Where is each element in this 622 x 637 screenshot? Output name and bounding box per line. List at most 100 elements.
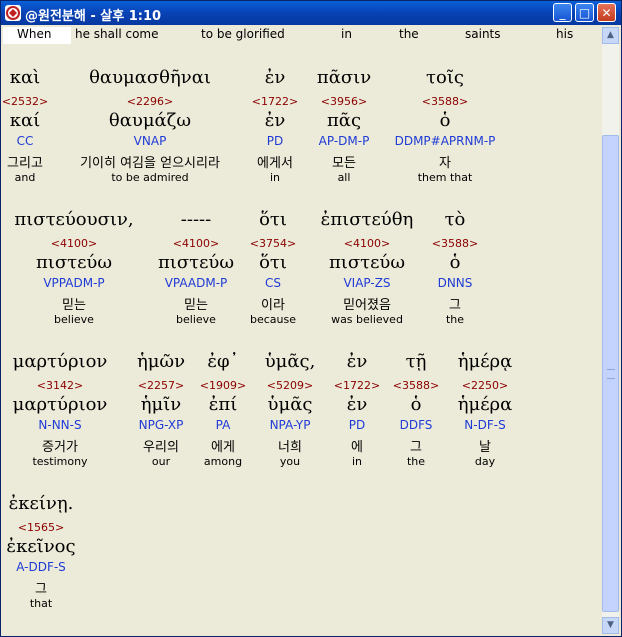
window-title: @원전분해 - 살후 1:10 xyxy=(25,9,162,24)
parse-code: VPAADM-P xyxy=(164,276,228,290)
title-bar[interactable]: @원전분해 - 살후 1:10 _ □ ✕ xyxy=(1,1,621,25)
lemma: ὁ xyxy=(449,252,461,273)
strong-number[interactable]: <1722> xyxy=(334,379,380,392)
english-word[interactable]: saints xyxy=(465,27,501,44)
korean-gloss: 날 xyxy=(479,440,491,455)
strong-number[interactable]: <3754> xyxy=(250,237,296,250)
english-word[interactable]: to be glorified xyxy=(201,27,285,44)
lemma: πιστεύω xyxy=(328,252,406,273)
strong-number[interactable]: <1909> xyxy=(200,379,246,392)
parse-code: PA xyxy=(215,418,231,432)
english-word[interactable]: in xyxy=(341,27,352,44)
greek-word: ὅτι xyxy=(259,209,287,230)
scroll-thumb[interactable] xyxy=(602,135,619,612)
korean-gloss: 기이히 여김을 얻으시리라 xyxy=(80,156,220,171)
lemma: ἐκεῖνος xyxy=(6,536,76,557)
lemma: μαρτύριον xyxy=(12,394,108,415)
english-gloss: to be admired xyxy=(111,171,189,184)
app-icon[interactable] xyxy=(5,5,21,21)
greek-word: ὑμᾶς, xyxy=(264,351,316,372)
greek-word: ἡμῶν xyxy=(136,351,186,372)
strong-number[interactable]: <4100> xyxy=(173,237,219,250)
strong-number[interactable]: <4100> xyxy=(51,237,97,250)
parse-code: NPA-YP xyxy=(269,418,311,432)
parsing-content[interactable]: When he shall come to be glorified in the sai… xyxy=(3,27,601,634)
english-gloss: the xyxy=(445,313,465,326)
lemma: πιστεύω xyxy=(157,252,235,273)
lemma: ἐν xyxy=(346,394,368,415)
parse-code: DDFS xyxy=(399,418,433,432)
english-gloss: among xyxy=(203,455,243,468)
strong-number[interactable]: <2257> xyxy=(138,379,184,392)
korean-gloss: 에 xyxy=(351,440,363,455)
english-gloss: testimony xyxy=(32,455,88,468)
parse-code: VNAP xyxy=(133,134,167,148)
english-gloss: them that xyxy=(417,171,473,184)
korean-gloss: 에게 xyxy=(211,440,235,455)
strong-number[interactable]: <4100> xyxy=(344,237,390,250)
lemma: ἡμέρα xyxy=(457,394,513,415)
korean-gloss: 그 xyxy=(410,440,422,455)
close-button[interactable]: ✕ xyxy=(597,3,616,22)
strong-number[interactable]: <3142> xyxy=(37,379,83,392)
parse-code: PD xyxy=(348,418,366,432)
scroll-down-button[interactable]: ▼ xyxy=(602,617,619,634)
maximize-button[interactable]: □ xyxy=(575,3,594,22)
english-gloss: the xyxy=(406,455,426,468)
korean-gloss: 너희 xyxy=(278,440,302,455)
greek-word: ἐκείνῃ. xyxy=(8,493,74,514)
korean-gloss: 그 xyxy=(449,298,461,313)
greek-word: ἐπιστεύθη xyxy=(320,209,414,230)
parse-code: CC xyxy=(16,134,34,148)
strong-number[interactable]: <2532> xyxy=(3,95,48,108)
strong-number[interactable]: <3956> xyxy=(321,95,367,108)
strong-number[interactable]: <1722> xyxy=(252,95,298,108)
parse-code: VIAP-ZS xyxy=(343,276,391,290)
greek-word: θαυμασθῆναι xyxy=(89,67,211,88)
english-word[interactable]: his xyxy=(556,27,573,44)
strong-number[interactable]: <2250> xyxy=(462,379,508,392)
lemma: πιστεύω xyxy=(35,252,113,273)
english-word[interactable]: he shall come xyxy=(75,27,159,44)
greek-word: ἐφ᾽ xyxy=(207,351,239,372)
greek-word: πιστεύουσιν, xyxy=(14,209,134,230)
greek-word: καὶ xyxy=(9,67,41,88)
strong-number[interactable]: <2296> xyxy=(127,95,173,108)
strong-number[interactable]: <3588> xyxy=(393,379,439,392)
korean-gloss: 믿는 xyxy=(62,298,86,313)
greek-word: ----- xyxy=(180,209,212,230)
greek-word: πᾶσιν xyxy=(316,67,372,88)
minimize-button[interactable]: _ xyxy=(553,3,572,22)
greek-word: ἐν xyxy=(346,351,368,372)
lemma: ὑμᾶς xyxy=(267,394,313,415)
parse-code: CS xyxy=(265,276,281,290)
grip-icon xyxy=(607,369,615,379)
greek-word: μαρτύριον xyxy=(12,351,108,372)
vertical-scrollbar[interactable]: ▲ ▼ xyxy=(602,27,619,634)
parse-code: A-DDF-S xyxy=(16,560,66,574)
lemma: ἡμῖν xyxy=(140,394,182,415)
english-gloss: our xyxy=(151,455,171,468)
english-gloss: believe xyxy=(176,313,216,326)
korean-gloss: 자 xyxy=(439,156,451,171)
strong-number[interactable]: <5209> xyxy=(267,379,313,392)
english-gloss: was believed xyxy=(331,313,403,326)
english-word[interactable]: the xyxy=(399,27,419,44)
strong-number[interactable]: <3588> xyxy=(422,95,468,108)
greek-word: τοῖς xyxy=(426,67,464,88)
parse-code: DDMP#APRNM-P xyxy=(394,134,496,148)
korean-gloss: 우리의 xyxy=(143,440,179,455)
lemma: ὁ xyxy=(410,394,422,415)
greek-word: ἡμέρᾳ xyxy=(457,351,513,372)
parse-code: VPPADM-P xyxy=(43,276,105,290)
strong-number[interactable]: <3588> xyxy=(432,237,478,250)
lemma: ἐπί xyxy=(208,394,238,415)
greek-word: τὸ xyxy=(444,209,466,230)
korean-gloss: 이라 xyxy=(261,298,285,313)
lemma: πᾶς xyxy=(326,110,362,131)
scroll-up-button[interactable]: ▲ xyxy=(602,27,619,44)
english-word-selected[interactable]: When xyxy=(3,27,71,44)
strong-number[interactable]: <1565> xyxy=(18,521,64,534)
parse-code: AP-DM-P xyxy=(318,134,370,148)
lemma: θαυμάζω xyxy=(108,110,192,131)
